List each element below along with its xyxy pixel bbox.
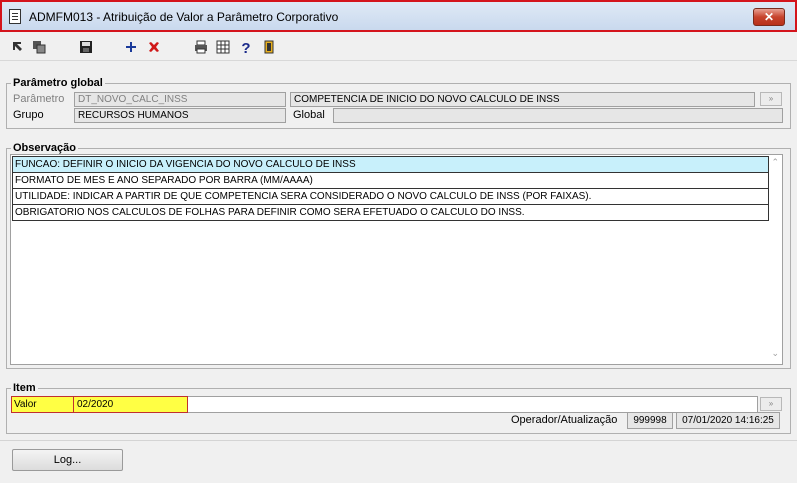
list-item[interactable]: FUNCAO: DEFINIR O INICIO DA VIGENCIA DO …	[12, 156, 769, 173]
help-icon[interactable]: ?	[237, 38, 255, 56]
save-icon[interactable]	[77, 38, 95, 56]
item-label: Item	[11, 382, 38, 394]
window-titlebar: ADMFM013 - Atribuição de Valor a Parâmet…	[0, 0, 797, 32]
parametro-label: Parâmetro	[13, 93, 65, 105]
delete-icon[interactable]	[145, 38, 163, 56]
grupo-label: Grupo	[13, 109, 44, 121]
print-icon[interactable]	[192, 38, 210, 56]
valor-input-extension[interactable]	[188, 396, 758, 413]
svg-text:?: ?	[241, 40, 250, 56]
copy-icon[interactable]	[30, 38, 48, 56]
list-item[interactable]: UTILIDADE: INDICAR A PARTIR DE QUE COMPE…	[12, 188, 769, 205]
grupo-field[interactable]: RECURSOS HUMANOS	[74, 108, 286, 123]
valor-label: Valor	[11, 396, 74, 413]
parametro-field[interactable]: DT_NOVO_CALC_INSS	[74, 92, 286, 107]
exit-icon[interactable]	[260, 38, 278, 56]
operador-label: Operador/Atualização	[511, 414, 618, 426]
parametro-global-label: Parâmetro global	[11, 77, 105, 89]
global-label: Global	[293, 109, 325, 121]
global-field[interactable]	[333, 108, 783, 123]
observacao-list[interactable]: FUNCAO: DEFINIR O INICIO DA VIGENCIA DO …	[10, 154, 783, 365]
log-button[interactable]: Log...	[12, 449, 123, 471]
operador-field: 999998	[627, 412, 673, 429]
close-button[interactable]: ✕	[753, 8, 785, 26]
window-title: ADMFM013 - Atribuição de Valor a Parâmet…	[29, 10, 339, 24]
parametro-descricao-field[interactable]: COMPETENCIA DE INICIO DO NOVO CALCULO DE…	[290, 92, 755, 107]
parametro-lookup-button[interactable]: »	[760, 92, 782, 106]
arrow-in-icon[interactable]	[9, 38, 27, 56]
valor-lookup-button[interactable]: »	[760, 397, 782, 411]
list-item[interactable]: FORMATO DE MES E ANO SEPARADO POR BARRA …	[12, 172, 769, 189]
scroll-down-icon[interactable]: ⌄	[771, 348, 779, 359]
document-icon	[9, 9, 21, 24]
list-item[interactable]: OBRIGATORIO NOS CALCULOS DE FOLHAS PARA …	[12, 204, 769, 221]
atualizacao-field: 07/01/2020 14:16:25	[676, 412, 780, 429]
footer-divider	[0, 440, 797, 441]
grid-icon[interactable]	[214, 38, 232, 56]
valor-input[interactable]: 02/2020	[73, 396, 188, 413]
toolbar: ?	[0, 34, 797, 60]
scroll-up-icon[interactable]: ⌃	[771, 157, 779, 168]
toolbar-divider	[0, 60, 797, 61]
add-icon[interactable]	[122, 38, 140, 56]
observacao-label: Observação	[11, 142, 78, 154]
